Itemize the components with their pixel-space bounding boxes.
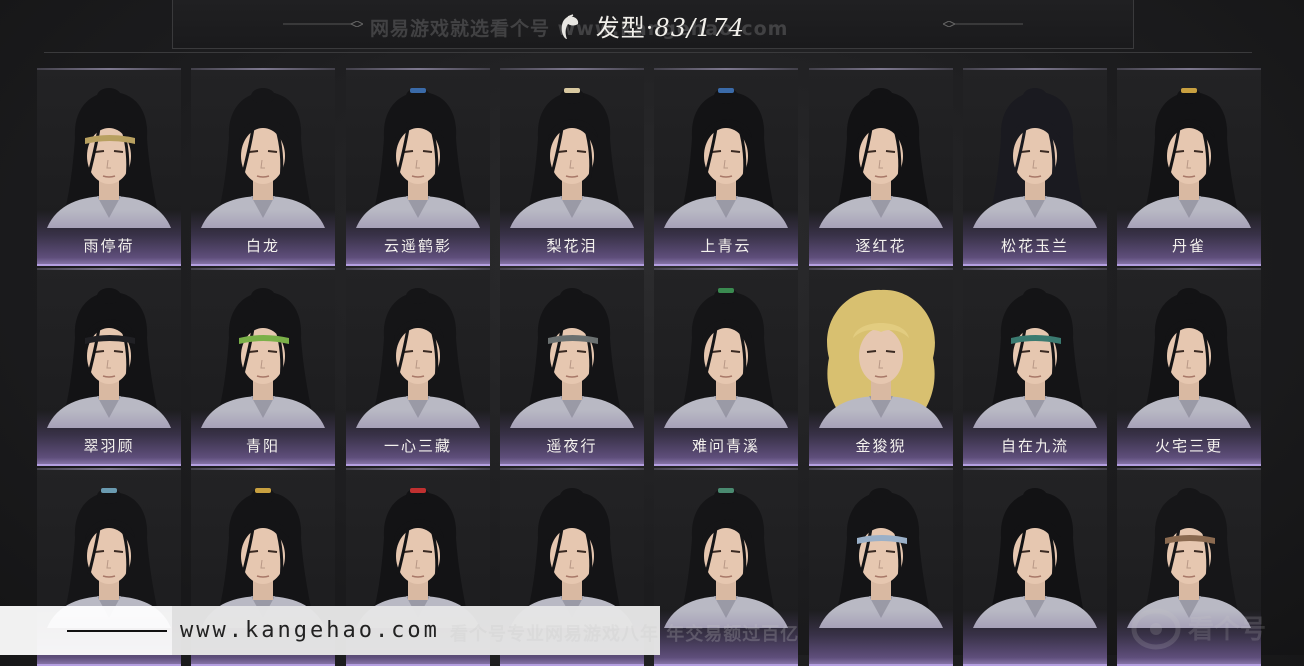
- card-top-divider: [809, 68, 953, 70]
- hairstyle-card[interactable]: 逐红花: [809, 68, 953, 266]
- hairstyle-name: 遥夜行: [546, 437, 598, 455]
- hairstyle-card[interactable]: 丹雀: [1117, 68, 1261, 266]
- logo-icon: [1131, 608, 1181, 650]
- card-top-divider: [809, 468, 953, 470]
- hairstyle-card[interactable]: [809, 468, 953, 666]
- character-portrait: [973, 88, 1097, 228]
- banner-divider: [67, 630, 167, 632]
- hairstyle-icon: [561, 14, 579, 39]
- character-portrait: [664, 288, 788, 428]
- hairstyle-name: 逐红花: [855, 237, 907, 255]
- card-name-bar: [963, 610, 1107, 666]
- card-top-divider: [809, 268, 953, 270]
- hairstyle-card[interactable]: 难问青溪: [654, 268, 798, 466]
- character-portrait: [973, 488, 1097, 628]
- card-top-divider: [37, 68, 181, 70]
- card-top-divider: [963, 468, 1107, 470]
- hairstyle-name: 丹雀: [1171, 237, 1206, 255]
- card-top-divider: [654, 68, 798, 70]
- character-portrait: [819, 88, 943, 228]
- card-top-divider: [191, 468, 335, 470]
- character-portrait: [819, 289, 943, 428]
- hairstyle-name: 雨停荷: [83, 237, 135, 255]
- logo-text: 看个号: [1188, 615, 1267, 645]
- character-portrait: [47, 288, 171, 428]
- logo-watermark: 看个号: [1130, 605, 1300, 653]
- card-top-divider: [963, 268, 1107, 270]
- hairstyle-count: 83/174: [654, 14, 745, 42]
- hairstyle-card[interactable]: 上青云: [654, 68, 798, 266]
- hairstyle-name: 白龙: [245, 237, 280, 255]
- hairstyle-name: 一心三藏: [383, 437, 452, 455]
- character-portrait: [356, 88, 480, 228]
- site-url[interactable]: www.kangehao.com: [180, 618, 440, 643]
- character-portrait: [201, 88, 325, 228]
- hairstyle-card[interactable]: 白龙: [191, 68, 335, 266]
- card-top-divider: [191, 268, 335, 270]
- card-top-divider: [500, 268, 644, 270]
- card-top-divider: [500, 68, 644, 70]
- hairstyle-name: 火宅三更: [1154, 437, 1223, 455]
- card-top-divider: [500, 468, 644, 470]
- card-top-divider: [346, 68, 490, 70]
- hairstyle-card[interactable]: [963, 468, 1107, 666]
- character-portrait: [510, 288, 634, 428]
- hairstyle-name: 青阳: [245, 437, 280, 455]
- card-top-divider: [963, 68, 1107, 70]
- hairstyle-card[interactable]: 一心三藏: [346, 268, 490, 466]
- hairstyle-name: 翠羽顾: [83, 437, 135, 455]
- hairstyle-card[interactable]: 松花玉兰: [963, 68, 1107, 266]
- hairstyle-card[interactable]: 遥夜行: [500, 268, 644, 466]
- character-portrait: [510, 88, 634, 228]
- hairstyle-card[interactable]: 青阳: [191, 268, 335, 466]
- character-portrait: [1127, 288, 1251, 428]
- hairstyle-name: 金狻猊: [855, 437, 907, 455]
- character-portrait: [819, 488, 943, 628]
- hairstyle-card[interactable]: 金狻猊: [809, 268, 953, 466]
- hairstyle-card[interactable]: 翠羽顾: [37, 268, 181, 466]
- card-top-divider: [346, 468, 490, 470]
- hairstyle-name: 自在九流: [1000, 437, 1069, 455]
- character-portrait: [201, 288, 325, 428]
- card-top-divider: [654, 268, 798, 270]
- hairstyle-card[interactable]: 火宅三更: [1117, 268, 1261, 466]
- card-top-divider: [37, 468, 181, 470]
- hairstyle-name: 难问青溪: [691, 437, 760, 455]
- character-portrait: [356, 288, 480, 428]
- hairstyle-name: 云遥鹤影: [383, 237, 452, 255]
- card-top-divider: [654, 468, 798, 470]
- hairstyle-card[interactable]: 雨停荷: [37, 68, 181, 266]
- character-portrait: [664, 488, 788, 628]
- card-name-bar: [809, 610, 953, 666]
- hairstyle-name: 梨花泪: [546, 237, 598, 255]
- hairstyle-card[interactable]: 自在九流: [963, 268, 1107, 466]
- card-top-divider: [346, 268, 490, 270]
- card-top-divider: [1117, 468, 1261, 470]
- page-title: 发型·83/174: [0, 8, 1304, 43]
- character-portrait: [1127, 88, 1251, 228]
- card-top-divider: [191, 68, 335, 70]
- card-top-divider: [37, 268, 181, 270]
- character-portrait: [47, 88, 171, 228]
- card-top-divider: [1117, 268, 1261, 270]
- character-portrait: [664, 88, 788, 228]
- title-label: 发型: [595, 14, 646, 42]
- character-portrait: [973, 288, 1097, 428]
- hairstyle-card[interactable]: 梨花泪: [500, 68, 644, 266]
- card-top-divider: [1117, 68, 1261, 70]
- hairstyle-name: 松花玉兰: [1000, 237, 1069, 255]
- bottom-watermark: 看个号专业网易游戏八年 年交易额过百亿: [450, 624, 800, 645]
- header-divider: [44, 52, 1252, 53]
- hairstyle-name: 上青云: [700, 237, 752, 255]
- hairstyle-card[interactable]: 云遥鹤影: [346, 68, 490, 266]
